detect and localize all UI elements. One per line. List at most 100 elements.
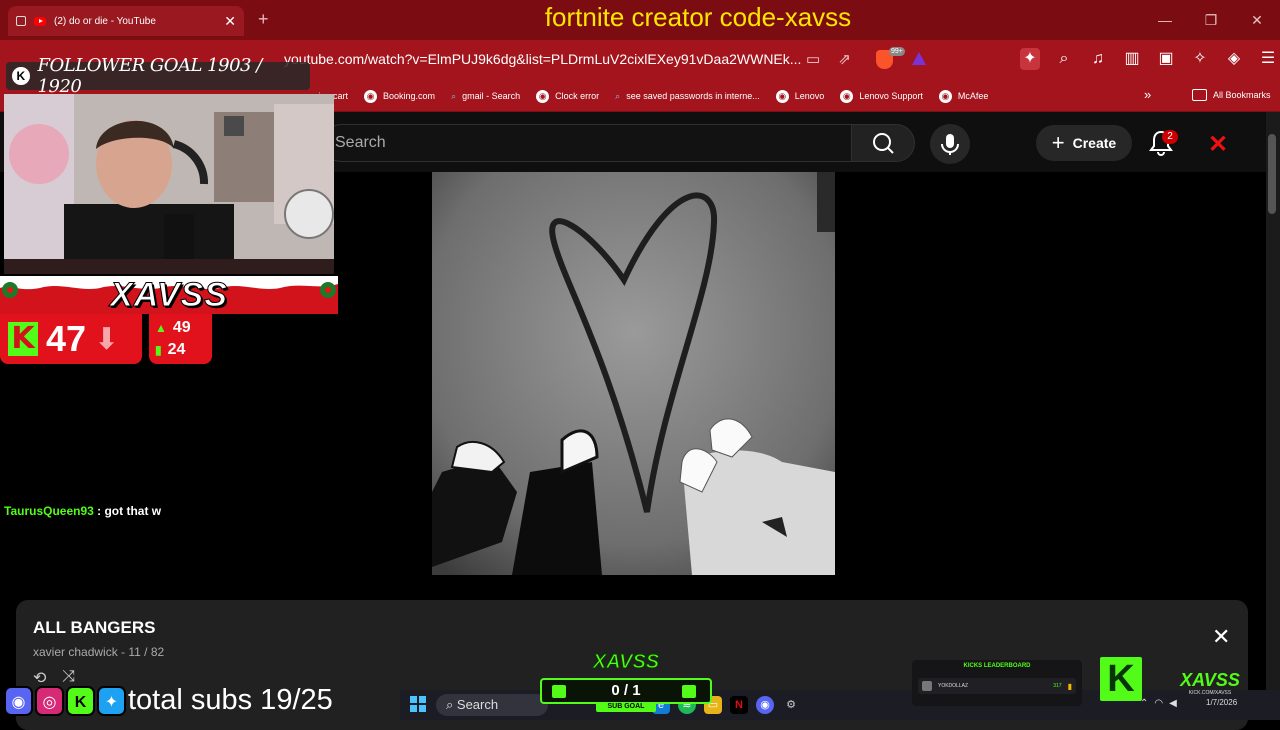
kick-icon: K — [66, 686, 95, 716]
close-icon[interactable]: ✕ — [1208, 130, 1228, 159]
create-button[interactable]: + Create — [1036, 125, 1132, 161]
address-actions: ▭ ⇗ — [806, 50, 851, 68]
kick-logo-icon: K — [8, 322, 38, 356]
bookmark-label: see saved passwords in interne... — [626, 91, 760, 101]
bookmarks-overflow-button[interactable]: » — [1144, 87, 1151, 102]
arrow-up-icon: ▲ — [155, 321, 167, 335]
leaderboard-user: YOKDOLLAZ — [938, 683, 969, 689]
extensions-icon[interactable]: ✦ — [1020, 48, 1040, 70]
create-label: Create — [1072, 135, 1117, 151]
globe-icon: ◉ — [536, 89, 550, 103]
bookmark-item[interactable]: ◉ Booking.com — [364, 89, 436, 103]
plus-icon: + — [1051, 130, 1065, 155]
menu-icon[interactable]: ☰ — [1258, 48, 1278, 70]
bookmark-label: McAfee — [957, 91, 989, 101]
kick-logo-icon: K — [12, 67, 30, 85]
follower-goal-text: FOLLOWER GOAL 1903 / 1920 — [37, 55, 263, 97]
date-text: 1/7/2026 — [1206, 698, 1238, 707]
globe-icon: ◉ — [938, 89, 952, 103]
brand-name: XAVSS — [1180, 670, 1240, 690]
netflix-icon[interactable]: N — [730, 696, 748, 714]
playlist-title[interactable]: ALL BANGERS — [33, 618, 155, 638]
bookmark-item[interactable]: ◉ Lenovo Support — [840, 89, 923, 103]
bar-chart-icon: ▮ — [155, 343, 162, 357]
bookmark-item[interactable]: ◉ McAfee — [938, 89, 989, 103]
bookmark-label: Lenovo — [794, 91, 825, 101]
close-window-button[interactable]: ✕ — [1234, 0, 1280, 40]
sub-goal-brand: XAVSS — [592, 651, 660, 674]
globe-icon: ◉ — [364, 89, 378, 103]
bookmark-item[interactable]: ⌕ gmail - Search — [451, 91, 520, 102]
chat-text: : got that w — [93, 504, 162, 518]
bookmark-item[interactable]: ⌕ see saved passwords in interne... — [615, 91, 760, 102]
video-frame[interactable] — [432, 172, 835, 575]
webcam-feed — [4, 94, 334, 274]
shuffle-icon[interactable]: ⤨ — [62, 668, 75, 688]
microphone-icon — [941, 134, 959, 155]
twitter-icon: ✦ — [97, 686, 126, 716]
restore-button[interactable]: ❐ — [1188, 0, 1234, 40]
page-search-icon[interactable]: ⌕ — [1054, 48, 1074, 70]
all-bookmarks-label: All Bookmarks — [1213, 90, 1271, 100]
bookmark-label: Lenovo Support — [859, 91, 923, 101]
bookmark-item[interactable]: ◉ Lenovo — [775, 89, 825, 103]
all-bookmarks-button[interactable]: All Bookmarks — [1192, 89, 1271, 101]
brand-url: KICK.COM/XAVSS — [1188, 690, 1232, 696]
sub-goal-value: 0 / 1 — [611, 682, 641, 699]
music-icon[interactable]: ♫ — [1088, 48, 1108, 70]
playlist-close-button[interactable]: ✕ — [1212, 624, 1230, 650]
search-icon: ⌕ — [451, 90, 457, 101]
bookmark-label: Clock error — [555, 91, 600, 101]
sub-goal-label: SUB GOAL — [596, 702, 656, 712]
settings-icon[interactable]: ⚙ — [782, 696, 800, 714]
leo-ai-icon[interactable]: ✧ — [1190, 48, 1210, 70]
wifi-icon[interactable]: ◠ — [1154, 698, 1163, 709]
volume-icon[interactable]: ◀ — [1169, 698, 1177, 709]
globe-icon: ◉ — [775, 89, 789, 103]
search-icon — [873, 133, 894, 154]
discord-icon: ◉ — [4, 686, 33, 716]
video-image — [432, 172, 835, 575]
sidebar-icon[interactable]: ▥ — [1122, 48, 1142, 70]
bookmark-item[interactable]: ◉ Clock error — [536, 89, 600, 103]
loop-icon[interactable]: ⟲ — [33, 668, 46, 688]
share-icon[interactable]: ⇗ — [838, 50, 851, 68]
bookmarks-list: ...ping cart ◉Booking.com ⌕gmail - Searc… — [306, 86, 988, 106]
bookmark-label: gmail - Search — [462, 91, 521, 101]
total-subs: total subs 19/25 — [128, 684, 333, 716]
youtube-search-button[interactable] — [851, 124, 915, 162]
taskbar-clock[interactable]: 1/7/2026 — [1206, 698, 1237, 708]
url-field[interactable]: youtube.com/watch?v=ElmPUJ9k6dg&list=PLD… — [284, 51, 801, 67]
instagram-icon: ◎ — [35, 686, 64, 716]
webcam-image — [4, 94, 334, 274]
windows-start-icon[interactable] — [410, 696, 426, 712]
vpn-icon[interactable]: ◈ — [1224, 48, 1244, 70]
arrow-down-icon: ⬇ — [94, 322, 120, 356]
install-app-icon[interactable]: ▭ — [806, 50, 820, 68]
shields-count-badge: 99+ — [889, 47, 905, 56]
discord-icon[interactable]: ◉ — [756, 696, 774, 714]
taskbar-search[interactable]: ⌕ Search — [436, 694, 548, 716]
social-icons: ◉ ◎ K ✦ — [4, 686, 126, 716]
globe-icon: ◉ — [840, 89, 854, 103]
system-tray: ⌃ ◠ ◀ — [1140, 698, 1177, 709]
playlist-subtitle: xavier chadwick - 11 / 82 — [33, 645, 165, 659]
flame-icon: ▮ — [1067, 681, 1072, 691]
viewer-count-panel: K 47 ⬇ — [0, 314, 142, 364]
youtube-search-input[interactable]: Search — [322, 124, 852, 162]
leaderboard-row: YOKDOLLAZ 317 ▮ — [918, 678, 1076, 694]
viewer-count: 47 — [46, 318, 87, 359]
leaderboard-amount: 317 — [1053, 683, 1062, 689]
scrollbar-thumb[interactable] — [1268, 134, 1276, 214]
bookmark-label: Booking.com — [383, 91, 436, 101]
stream-overlay-title: fortnite creator code-xavss — [544, 2, 852, 32]
window-controls: — ❐ ✕ — [1142, 0, 1280, 40]
brave-rewards-icon[interactable] — [912, 52, 926, 65]
kick-logo-icon: K — [1100, 657, 1142, 701]
minimize-button[interactable]: — — [1142, 0, 1188, 40]
stat-b-value: 24 — [167, 341, 186, 358]
voice-search-button[interactable] — [930, 124, 970, 164]
search-icon: ⌕ — [615, 90, 621, 101]
chat-message: TaurusQueen93 : got that w — [4, 504, 161, 518]
wallet-icon[interactable]: ▣ — [1156, 48, 1176, 70]
